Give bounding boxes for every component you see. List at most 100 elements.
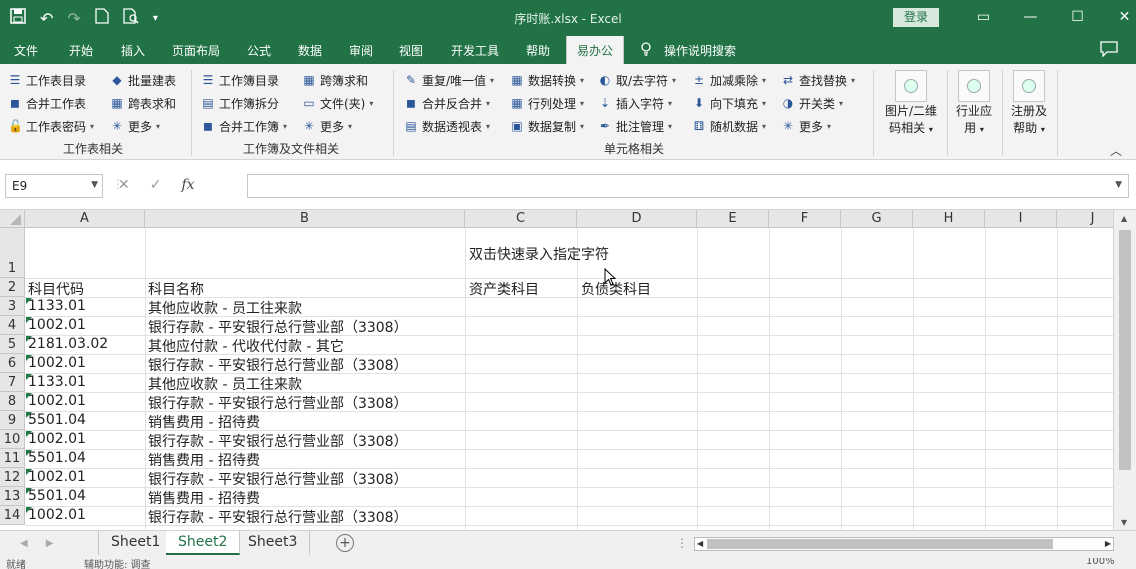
register-help-button[interactable]: 注册及 帮助 ▾ (1007, 70, 1051, 136)
tab-file[interactable]: 文件 (14, 42, 38, 59)
tab-developer[interactable]: 开发工具 (451, 42, 499, 59)
tell-me-search[interactable]: 操作说明搜索 (640, 42, 736, 59)
check-icon[interactable]: ✓ (150, 177, 162, 193)
sheet-tab-sheet3[interactable]: Sheet3 (236, 531, 311, 555)
cell-a9[interactable]: 5501.04 (28, 412, 86, 428)
cross-workbook-sum-button[interactable]: ▦ 跨簿求和 (302, 70, 368, 90)
select-all-corner[interactable] (0, 210, 25, 228)
find-replace-button[interactable]: ⇄ 查找替换 ▾ (781, 70, 855, 90)
pivot-table-button[interactable]: ▤ 数据透视表 ▾ (404, 116, 490, 136)
column-header-g[interactable]: G (841, 210, 913, 228)
random-data-button[interactable]: ⚅ 随机数据 ▾ (692, 116, 766, 136)
tab-yibangong[interactable]: 易办公 (566, 36, 625, 64)
tab-split-handle-icon[interactable]: ⋮ (676, 536, 688, 550)
tab-home[interactable]: 开始 (69, 42, 93, 59)
merge-unmerge-button[interactable]: ◼ 合并反合并 ▾ (404, 93, 490, 113)
tab-data[interactable]: 数据 (298, 42, 322, 59)
zoom-level[interactable]: 100% (1086, 558, 1115, 567)
horizontal-scrollbar[interactable]: ◀ ▶ (694, 537, 1114, 551)
login-button[interactable]: 登录 (893, 8, 939, 27)
scroll-left-icon[interactable]: ◀ (697, 539, 703, 548)
row-header-8[interactable]: 8 (0, 392, 25, 411)
row-header-12[interactable]: 12 (0, 468, 25, 487)
scroll-up-icon[interactable]: ▲ (1121, 214, 1127, 223)
cell-a3[interactable]: 1133.01 (28, 298, 86, 314)
cell-b14[interactable]: 银行存款 - 平安银行总行营业部（3308） (148, 507, 408, 527)
cell-b10[interactable]: 银行存款 - 平安银行总行营业部（3308） (148, 431, 408, 451)
cell-c2[interactable]: 资产类科目 (469, 279, 539, 299)
extract-remove-chars-button[interactable]: ◐ 取/去字符 ▾ (598, 70, 676, 90)
row-header-1[interactable]: 1 (0, 228, 25, 278)
row-header-4[interactable]: 4 (0, 316, 25, 335)
chevron-down-icon[interactable]: ▼ (91, 180, 98, 190)
cancel-icon[interactable]: ✕ (118, 177, 130, 193)
g1-more-button[interactable]: ✳ 更多 ▾ (110, 116, 160, 136)
tab-page-layout[interactable]: 页面布局 (172, 42, 220, 59)
comment-manage-button[interactable]: ✒ 批注管理 ▾ (598, 116, 672, 136)
accessibility-status[interactable]: 辅助功能: 调查 (84, 558, 151, 569)
cell-a14[interactable]: 1002.01 (28, 507, 86, 523)
cell-a10[interactable]: 1002.01 (28, 431, 86, 447)
ribbon-display-icon[interactable]: ▭ (960, 7, 1007, 27)
image-qrcode-button[interactable]: 图片/二维 码相关 ▾ (882, 70, 940, 136)
horizontal-scroll-thumb[interactable] (707, 539, 1053, 549)
row-header-10[interactable]: 10 (0, 430, 25, 449)
workbook-split-button[interactable]: ▤ 工作簿拆分 (201, 93, 279, 113)
comment-icon[interactable] (1100, 41, 1118, 61)
row-header-2[interactable]: 2 (0, 278, 25, 297)
scroll-right-icon[interactable]: ▶ (1105, 539, 1111, 548)
g3-more-button[interactable]: ✳ 更多 ▾ (781, 116, 831, 136)
arithmetic-button[interactable]: ± 加减乘除 ▾ (692, 70, 766, 90)
industry-apps-button[interactable]: 行业应 用 ▾ (952, 70, 996, 136)
add-sheet-button[interactable]: + (336, 534, 354, 552)
column-header-i[interactable]: I (985, 210, 1057, 228)
column-header-h[interactable]: H (913, 210, 985, 228)
cell-a13[interactable]: 5501.04 (28, 488, 86, 504)
cell-a8[interactable]: 1002.01 (28, 393, 86, 409)
cell-b6[interactable]: 银行存款 - 平安银行总行营业部（3308） (148, 355, 408, 375)
data-convert-button[interactable]: ▦ 数据转换 ▾ (510, 70, 584, 90)
cell-c1[interactable]: 双击快速录入指定字符 (469, 244, 609, 264)
cell-b5[interactable]: 其他应付款 - 代收代付款 - 其它 (148, 336, 344, 356)
expand-formula-icon[interactable]: ▼ (1115, 180, 1122, 190)
row-header-14[interactable]: 14 (0, 506, 25, 525)
close-icon[interactable]: ✕ (1101, 7, 1136, 27)
formula-input[interactable]: ▼ (247, 174, 1129, 198)
insert-chars-button[interactable]: ⇣ 插入字符 ▾ (598, 93, 672, 113)
cross-sheet-sum-button[interactable]: ▦ 跨表求和 (110, 93, 176, 113)
cell-b13[interactable]: 销售费用 - 招待费 (148, 488, 260, 508)
name-box[interactable]: E9 ▼ (5, 174, 103, 198)
minimize-icon[interactable]: — (1007, 7, 1054, 27)
cell-b4[interactable]: 银行存款 - 平安银行总行营业部（3308） (148, 317, 408, 337)
scroll-down-icon[interactable]: ▼ (1121, 518, 1127, 527)
duplicate-unique-button[interactable]: ✎ 重复/唯一值 ▾ (404, 70, 494, 90)
toggle-button[interactable]: ◑ 开关类 ▾ (781, 93, 843, 113)
sheet-directory-button[interactable]: ☰ 工作表目录 (8, 70, 86, 90)
row-header-3[interactable]: 3 (0, 297, 25, 316)
row-header-5[interactable]: 5 (0, 335, 25, 354)
function-icon[interactable]: fx (181, 177, 194, 193)
row-header-9[interactable]: 9 (0, 411, 25, 430)
tab-view[interactable]: 视图 (399, 42, 423, 59)
maximize-icon[interactable]: ☐ (1054, 7, 1101, 27)
workbook-directory-button[interactable]: ☰ 工作簿目录 (201, 70, 279, 90)
cell-a6[interactable]: 1002.01 (28, 355, 86, 371)
cell-a7[interactable]: 1133.01 (28, 374, 86, 390)
cell-a11[interactable]: 5501.04 (28, 450, 86, 466)
cell-b3[interactable]: 其他应收款 - 员工往来款 (148, 298, 302, 318)
file-folder-button[interactable]: ▭ 文件(夹) ▾ (302, 93, 373, 113)
column-header-b[interactable]: B (145, 210, 465, 228)
column-header-f[interactable]: F (769, 210, 841, 228)
cell-a2[interactable]: 科目代码 (28, 279, 84, 299)
cell-b8[interactable]: 银行存款 - 平安银行总行营业部（3308） (148, 393, 408, 413)
collapse-ribbon-icon[interactable]: ︿ (1110, 142, 1122, 159)
cell-b7[interactable]: 其他应收款 - 员工往来款 (148, 374, 302, 394)
cell-b2[interactable]: 科目名称 (148, 279, 204, 299)
cell-d2[interactable]: 负债类科目 (581, 279, 651, 299)
sheet-prev-icon[interactable]: ◀ (20, 538, 28, 549)
cell-a4[interactable]: 1002.01 (28, 317, 86, 333)
merge-workbooks-button[interactable]: ◼ 合并工作簿 ▾ (201, 116, 287, 136)
column-header-d[interactable]: D (577, 210, 697, 228)
row-column-button[interactable]: ▦ 行列处理 ▾ (510, 93, 584, 113)
cell-b12[interactable]: 银行存款 - 平安银行总行营业部（3308） (148, 469, 408, 489)
